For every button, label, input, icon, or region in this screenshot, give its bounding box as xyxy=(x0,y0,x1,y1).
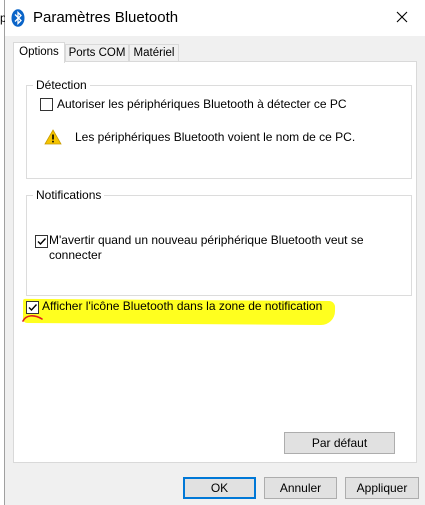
cancel-button-label: Annuler xyxy=(279,481,322,495)
ok-button[interactable]: OK xyxy=(183,477,256,499)
defaults-button-label: Par défaut xyxy=(311,436,368,450)
show-tray-icon-label[interactable]: Afficher l'icône Bluetooth dans la zone … xyxy=(42,299,322,313)
detection-warning-text: Les périphériques Bluetooth voient le no… xyxy=(75,130,356,144)
tab-ports-com-label: Ports COM xyxy=(68,47,126,59)
tab-ports-com[interactable]: Ports COM xyxy=(65,44,129,61)
bluetooth-settings-dialog: Paramètres Bluetooth Options Ports COM M… xyxy=(5,0,425,505)
tab-materiel[interactable]: Matériel xyxy=(129,44,179,61)
options-panel: Détection Autoriser les périphériques Bl… xyxy=(13,61,417,463)
apply-button-label: Appliquer xyxy=(356,481,408,495)
notify-new-device-label-line2[interactable]: connecter xyxy=(49,248,102,262)
close-icon xyxy=(396,11,408,26)
allow-detection-checkbox[interactable] xyxy=(40,98,53,111)
window-title: Paramètres Bluetooth xyxy=(33,9,179,26)
bluetooth-icon xyxy=(11,9,25,27)
notifications-legend: Notifications xyxy=(33,188,105,202)
warning-icon xyxy=(44,129,62,145)
notify-new-device-checkbox[interactable] xyxy=(35,235,48,248)
tab-options[interactable]: Options xyxy=(13,42,65,63)
notify-new-device-label-line1[interactable]: M'avertir quand un nouveau périphérique … xyxy=(49,233,364,247)
allow-detection-label[interactable]: Autoriser les périphériques Bluetooth à … xyxy=(57,97,347,111)
detection-group: Détection Autoriser les périphériques Bl… xyxy=(26,78,412,179)
detection-legend: Détection xyxy=(33,78,90,92)
tab-options-label: Options xyxy=(19,46,59,58)
close-button[interactable] xyxy=(379,0,425,36)
notifications-group: Notifications M'avertir quand un nouveau… xyxy=(26,188,412,296)
title-bar[interactable]: Paramètres Bluetooth xyxy=(5,0,425,36)
ok-button-label: OK xyxy=(210,481,229,495)
apply-button[interactable]: Appliquer xyxy=(345,477,419,499)
tab-materiel-label: Matériel xyxy=(133,47,175,59)
cancel-button[interactable]: Annuler xyxy=(264,477,337,499)
defaults-button[interactable]: Par défaut xyxy=(284,432,395,454)
red-pen-annotation xyxy=(22,312,44,326)
